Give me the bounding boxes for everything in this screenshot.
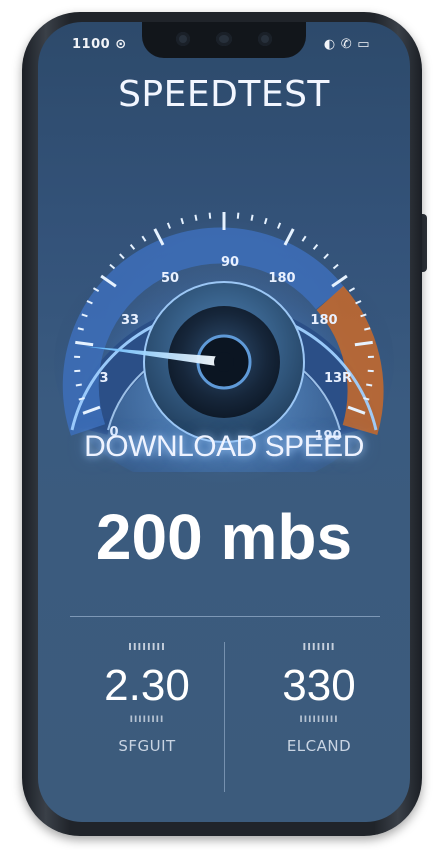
download-speed-value: 200 mbs: [95, 501, 353, 573]
gauge-label: 13R: [324, 371, 352, 386]
stat-value: 2.30: [104, 661, 190, 710]
gauge-tick: [312, 243, 319, 250]
gauge-label: 180: [310, 313, 337, 328]
gauge-label: 50: [161, 271, 179, 286]
gauge-tick: [364, 327, 371, 331]
gauge-tick: [75, 383, 82, 387]
gauge-label: 33: [121, 313, 139, 328]
download-speed-label: DOWNLOAD SPEED: [84, 430, 364, 463]
phone-screen: 1100 ⊙ ◐ ✆ ▭ SPEEDTEST 0 3 33 50 90 180 …: [38, 22, 410, 822]
stat-caption: ⅠⅠⅠⅠⅠⅠⅠⅠ: [128, 642, 166, 653]
gauge-tick: [77, 327, 84, 331]
app-title: SPEEDTEST: [118, 74, 330, 115]
needle-cap: [214, 352, 234, 372]
gauge-tick: [180, 217, 185, 225]
stat-name: SFGUIT: [118, 737, 176, 755]
gauge-tick: [129, 243, 136, 250]
gauge-tick: [250, 214, 254, 221]
gauge-tick: [366, 383, 373, 387]
gauge-label: 180: [268, 271, 295, 286]
gauge-label: 90: [221, 255, 239, 270]
divider: [224, 642, 225, 792]
gauge-tick: [119, 253, 125, 260]
gauge-tick: [208, 212, 212, 219]
sensor-icon: [216, 32, 232, 46]
camera-icon: [258, 32, 272, 46]
status-bar-left: 1100 ⊙: [72, 37, 127, 52]
gauge-tick: [301, 235, 307, 242]
stat-subcaption: ⅠⅠⅠⅠⅠⅠⅠⅠ: [129, 715, 165, 725]
gauge-tick: [236, 212, 240, 219]
status-bar-right: ◐ ✆ ▭: [323, 37, 370, 52]
gauge-tick: [277, 222, 282, 229]
gauge-label: 3: [99, 371, 108, 386]
gauge-graphic: 0 3 33 50 90 180 180 13R 190: [54, 212, 394, 492]
stat-caption: ⅠⅠⅠⅠⅠⅠⅠ: [302, 642, 336, 653]
gauge-tick: [141, 235, 147, 242]
speed-gauge: 0 3 33 50 90 180 180 13R 190: [38, 172, 410, 492]
stat-left: ⅠⅠⅠⅠⅠⅠⅠⅠ 2.30 ⅠⅠⅠⅠⅠⅠⅠⅠ SFGUIT: [72, 642, 222, 755]
stat-subcaption: ⅠⅠⅠⅠⅠⅠⅠⅠⅠ: [299, 715, 339, 725]
gauge-tick: [263, 217, 268, 225]
camera-notch: [142, 22, 306, 58]
gauge-tick: [323, 253, 329, 260]
divider: [70, 616, 380, 617]
stat-right: ⅠⅠⅠⅠⅠⅠⅠ 330 ⅠⅠⅠⅠⅠⅠⅠⅠⅠ ELCAND: [244, 642, 394, 755]
stat-value: 330: [282, 661, 356, 710]
camera-icon: [176, 32, 190, 46]
stat-name: ELCAND: [286, 737, 352, 755]
gauge-tick: [166, 222, 171, 229]
gauge-tick: [194, 214, 198, 221]
